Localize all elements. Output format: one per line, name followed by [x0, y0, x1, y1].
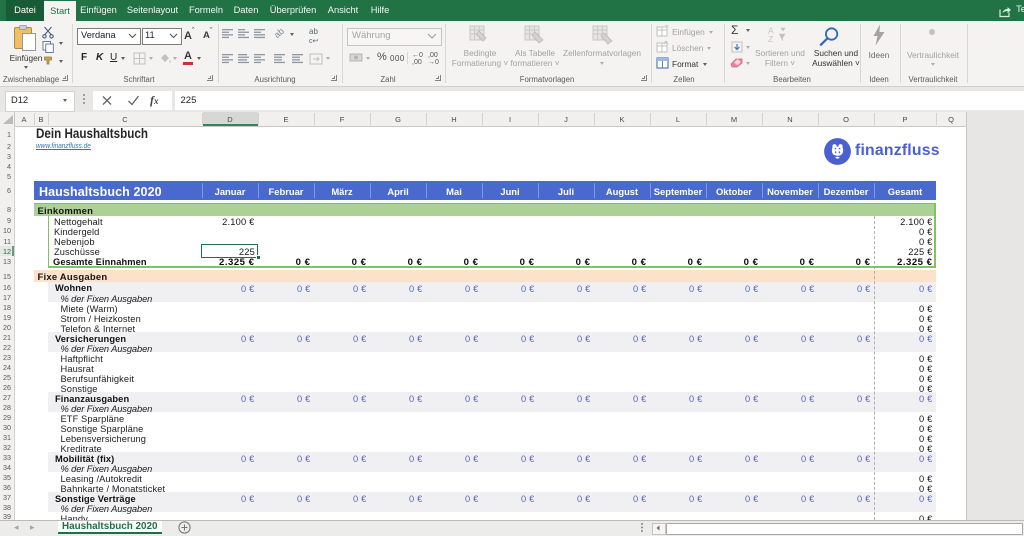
svg-text:Z: Z [768, 34, 773, 42]
